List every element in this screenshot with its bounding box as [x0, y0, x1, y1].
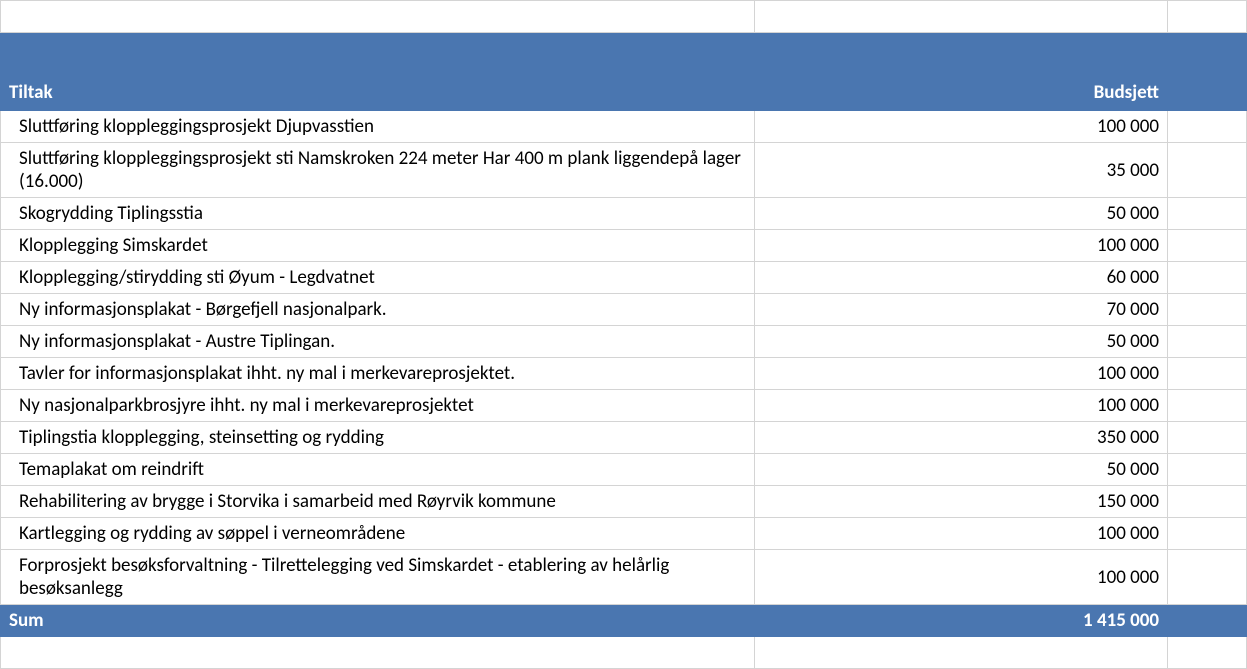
blank-row-bottom [1, 637, 1247, 669]
cell-gutter[interactable] [1168, 422, 1247, 454]
table-row: Tavler for informasjonsplakat ihht. ny m… [1, 358, 1247, 390]
cell-budsjett[interactable]: 50 000 [755, 198, 1168, 230]
cell-gutter[interactable] [1168, 518, 1247, 550]
cell-blank[interactable] [755, 1, 1168, 33]
cell-tiltak[interactable]: Ny nasjonalparkbrosjyre ihht. ny mal i m… [1, 390, 755, 422]
cell-budsjett[interactable]: 100 000 [755, 111, 1168, 143]
budget-table: Tiltak Budsjett Sluttføring klopplegging… [0, 0, 1247, 669]
table-row: Forprosjekt besøksforvaltning - Tilrette… [1, 550, 1247, 605]
table-row: Sluttføring kloppleggingsprosjekt sti Na… [1, 143, 1247, 198]
cell-gutter[interactable] [1168, 550, 1247, 605]
table-row: Klopplegging/stirydding sti Øyum - Legdv… [1, 262, 1247, 294]
cell-budsjett[interactable]: 70 000 [755, 294, 1168, 326]
cell-gutter[interactable] [1168, 294, 1247, 326]
table-row: Rehabilitering av brygge i Storvika i sa… [1, 486, 1247, 518]
table-row: Tiplingstia klopplegging, steinsetting o… [1, 422, 1247, 454]
table-row: Ny nasjonalparkbrosjyre ihht. ny mal i m… [1, 390, 1247, 422]
cell-tiltak[interactable]: Temaplakat om reindrift [1, 454, 755, 486]
cell-gutter[interactable] [1168, 1, 1247, 33]
sum-label[interactable]: Sum [1, 605, 755, 637]
cell-gutter[interactable] [1, 637, 755, 669]
table-row: Sluttføring kloppleggingsprosjekt Djupva… [1, 111, 1247, 143]
cell-tiltak[interactable]: Sluttføring kloppleggingsprosjekt Djupva… [1, 111, 755, 143]
cell-tiltak[interactable]: Sluttføring kloppleggingsprosjekt sti Na… [1, 143, 755, 198]
cell-budsjett[interactable]: 60 000 [755, 262, 1168, 294]
table-body: Tiltak Budsjett Sluttføring klopplegging… [1, 1, 1247, 669]
cell-gutter[interactable] [1168, 262, 1247, 294]
cell-gutter[interactable] [1168, 33, 1247, 111]
cell-gutter[interactable] [1168, 358, 1247, 390]
cell-tiltak[interactable]: Ny informasjonsplakat - Austre Tiplingan… [1, 326, 755, 358]
cell-tiltak[interactable]: Klopplegging/stirydding sti Øyum - Legdv… [1, 262, 755, 294]
table-row: Temaplakat om reindrift 50 000 [1, 454, 1247, 486]
table-row: Skogrydding Tiplingsstia 50 000 [1, 198, 1247, 230]
cell-tiltak[interactable]: Skogrydding Tiplingsstia [1, 198, 755, 230]
cell-budsjett[interactable]: 150 000 [755, 486, 1168, 518]
header-row: Tiltak Budsjett [1, 33, 1247, 111]
header-budsjett[interactable]: Budsjett [755, 33, 1168, 111]
cell-tiltak[interactable]: Ny informasjonsplakat - Børgefjell nasjo… [1, 294, 755, 326]
blank-row-top [1, 1, 1247, 33]
cell-tiltak[interactable]: Kartlegging og rydding av søppel i verne… [1, 518, 755, 550]
table-row: Ny informasjonsplakat - Austre Tiplingan… [1, 326, 1247, 358]
header-tiltak[interactable]: Tiltak [1, 33, 755, 111]
cell-budsjett[interactable]: 100 000 [755, 230, 1168, 262]
cell-gutter[interactable] [1168, 486, 1247, 518]
cell-budsjett[interactable]: 100 000 [755, 518, 1168, 550]
cell-budsjett[interactable]: 350 000 [755, 422, 1168, 454]
cell-gutter[interactable] [1168, 230, 1247, 262]
cell-gutter[interactable] [1168, 111, 1247, 143]
sum-row: Sum 1 415 000 [1, 605, 1247, 637]
table-row: Ny informasjonsplakat - Børgefjell nasjo… [1, 294, 1247, 326]
cell-gutter[interactable] [1168, 454, 1247, 486]
table-row: Kartlegging og rydding av søppel i verne… [1, 518, 1247, 550]
cell-gutter[interactable] [1168, 637, 1247, 669]
cell-budsjett[interactable]: 100 000 [755, 550, 1168, 605]
cell-blank[interactable] [755, 637, 1168, 669]
cell-gutter[interactable] [1, 1, 755, 33]
cell-tiltak[interactable]: Klopplegging Simskardet [1, 230, 755, 262]
cell-tiltak[interactable]: Rehabilitering av brygge i Storvika i sa… [1, 486, 755, 518]
cell-tiltak[interactable]: Forprosjekt besøksforvaltning - Tilrette… [1, 550, 755, 605]
cell-gutter[interactable] [1168, 143, 1247, 198]
cell-gutter[interactable] [1168, 326, 1247, 358]
cell-gutter[interactable] [1168, 390, 1247, 422]
cell-budsjett[interactable]: 50 000 [755, 326, 1168, 358]
cell-gutter[interactable] [1168, 198, 1247, 230]
cell-tiltak[interactable]: Tavler for informasjonsplakat ihht. ny m… [1, 358, 755, 390]
cell-budsjett[interactable]: 50 000 [755, 454, 1168, 486]
cell-gutter[interactable] [1168, 605, 1247, 637]
table-row: Klopplegging Simskardet 100 000 [1, 230, 1247, 262]
cell-budsjett[interactable]: 100 000 [755, 358, 1168, 390]
sum-value[interactable]: 1 415 000 [755, 605, 1168, 637]
cell-tiltak[interactable]: Tiplingstia klopplegging, steinsetting o… [1, 422, 755, 454]
cell-budsjett[interactable]: 35 000 [755, 143, 1168, 198]
cell-budsjett[interactable]: 100 000 [755, 390, 1168, 422]
